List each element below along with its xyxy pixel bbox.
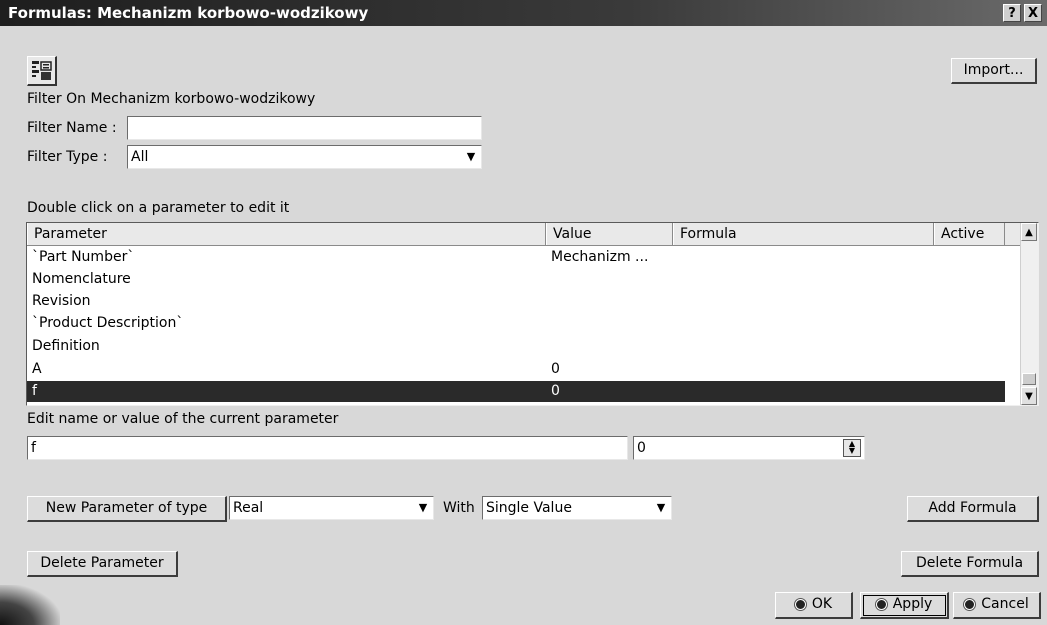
param-name: `Part Number` [32,249,135,265]
cancel-icon [964,598,976,610]
multiplicity-select[interactable]: Single Value ▼ [482,496,672,520]
ok-label: OK [811,596,833,612]
param-value: Mechanizm ... [551,249,649,265]
table-row[interactable]: Definition [27,336,1005,357]
header-formula[interactable]: Formula [673,223,934,245]
table-row[interactable]: Revision [27,291,1005,312]
with-label: With [443,500,475,516]
param-name: f [32,383,37,399]
param-name: Definition [32,338,100,354]
param-name: `Product Description` [32,315,184,331]
edit-label: Edit name or value of the current parame… [27,411,339,427]
filter-name-label: Filter Name : [27,120,117,136]
corner-shadow [0,585,60,625]
edit-value-text: 0 [637,440,646,456]
scroll-up-icon[interactable]: ▲ [1021,223,1037,241]
close-button[interactable]: X [1024,4,1042,22]
formula-display-icon[interactable] [27,56,57,86]
chevron-down-icon[interactable]: ▼ [653,499,669,517]
cancel-button[interactable]: Cancel [953,592,1041,619]
filter-name-input[interactable] [127,116,482,140]
multiplicity-value: Single Value [486,500,572,516]
list-scrollbar[interactable]: ▲ ▼ [1020,223,1038,405]
param-type-select[interactable]: Real ▼ [229,496,434,520]
param-type-value: Real [233,500,264,516]
import-button[interactable]: Import... [951,58,1037,84]
scroll-thumb[interactable] [1022,373,1036,385]
param-name: Revision [32,293,91,309]
apply-button[interactable]: Apply [860,592,949,619]
table-row[interactable]: `Product Description` [27,313,1005,334]
table-row[interactable]: Nomenclature [27,269,1005,290]
scroll-down-icon[interactable]: ▼ [1021,387,1037,405]
chevron-down-icon[interactable]: ▼ [463,148,479,166]
cancel-label: Cancel [981,596,1029,612]
new-parameter-button[interactable]: New Parameter of type [27,496,227,522]
header-parameter[interactable]: Parameter [27,223,546,245]
filter-on-label: Filter On Mechanizm korbowo-wodzikowy [27,91,316,107]
window-title: Formulas: Mechanizm korbowo-wodzikowy [8,4,369,22]
parameters-list[interactable]: Parameter Value Formula Active `Part Num… [26,222,1039,406]
apply-icon [875,598,887,610]
ok-button[interactable]: OK [775,592,853,619]
param-name: Nomenclature [32,271,131,287]
apply-label: Apply [892,596,933,612]
filter-type-value: All [131,149,149,165]
param-value: 0 [551,361,560,377]
header-value[interactable]: Value [546,223,673,245]
filter-type-select[interactable]: All ▼ [127,145,482,169]
list-instruction: Double click on a parameter to edit it [27,200,290,216]
chevron-down-icon[interactable]: ▼ [415,499,431,517]
add-formula-button[interactable]: Add Formula [907,496,1039,522]
help-button[interactable]: ? [1003,4,1021,22]
table-row-selected[interactable]: f 0 [27,381,1005,402]
edit-value-input[interactable]: 0 ▲ ▼ [633,436,865,460]
param-value: 0 [551,383,560,399]
delete-formula-button[interactable]: Delete Formula [901,551,1039,577]
filter-type-label: Filter Type : [27,149,108,165]
ok-icon [794,598,806,610]
table-row[interactable]: `Part Number` Mechanizm ... [27,247,1005,268]
title-bar: Formulas: Mechanizm korbowo-wodzikowy ? … [0,0,1047,26]
spinner-icon[interactable]: ▲ ▼ [843,439,861,457]
list-header: Parameter Value Formula Active [27,223,1022,246]
edit-name-input[interactable]: f [27,436,628,460]
param-name: A [32,361,42,377]
header-active[interactable]: Active [934,223,1005,245]
table-row[interactable]: A 0 [27,359,1005,380]
delete-parameter-button[interactable]: Delete Parameter [27,551,178,577]
